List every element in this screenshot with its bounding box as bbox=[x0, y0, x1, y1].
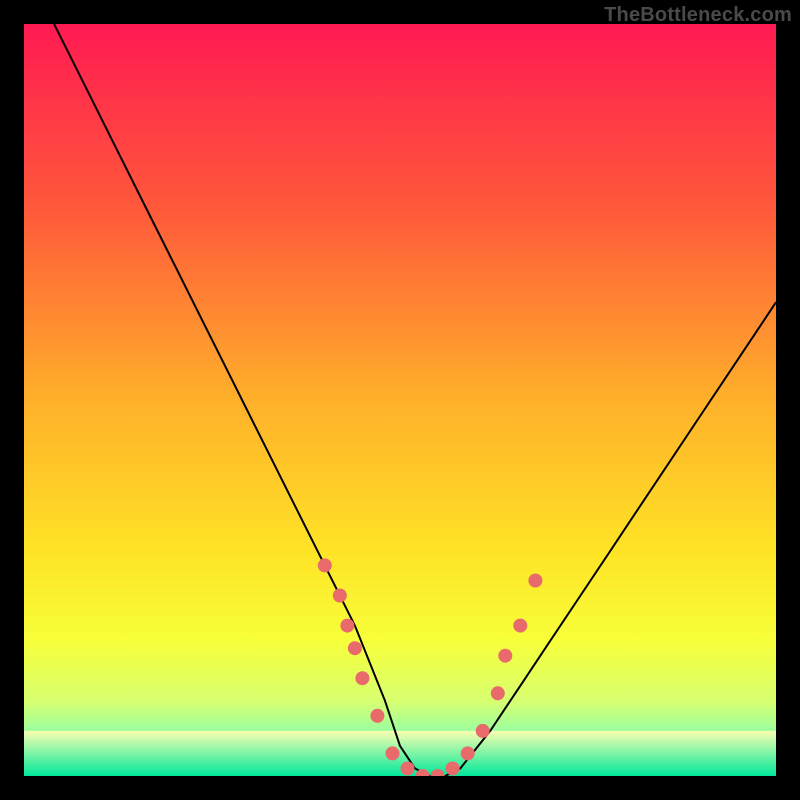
gradient-background bbox=[24, 24, 776, 776]
marker-dot bbox=[348, 641, 362, 655]
chart-frame bbox=[24, 24, 776, 776]
marker-dot bbox=[446, 762, 460, 776]
marker-dot bbox=[340, 619, 354, 633]
marker-dot bbox=[401, 762, 415, 776]
marker-dot bbox=[513, 619, 527, 633]
marker-dot bbox=[386, 746, 400, 760]
marker-dot bbox=[498, 649, 512, 663]
marker-dot bbox=[461, 746, 475, 760]
green-band bbox=[24, 731, 776, 776]
watermark-text: TheBottleneck.com bbox=[604, 4, 792, 27]
marker-dot bbox=[318, 558, 332, 572]
bottleneck-chart bbox=[24, 24, 776, 776]
marker-dot bbox=[476, 724, 490, 738]
marker-dot bbox=[333, 589, 347, 603]
marker-dot bbox=[370, 709, 384, 723]
marker-dot bbox=[528, 574, 542, 588]
marker-dot bbox=[355, 671, 369, 685]
marker-dot bbox=[491, 686, 505, 700]
